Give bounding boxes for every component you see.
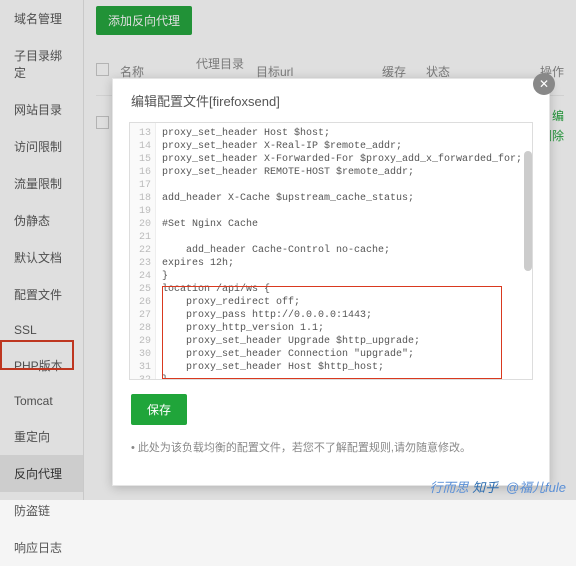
code-editor[interactable]: 13 14 15 16 17 18 19 20 21 22 23 24 25 2… [129,122,533,380]
config-modal: ✕ 编辑配置文件[firefoxsend] 13 14 15 16 17 18 … [112,78,550,486]
scrollbar[interactable] [524,151,532,271]
watermark: 行而思 知乎 @福儿fule [430,477,566,496]
save-button[interactable]: 保存 [131,394,187,425]
code-content[interactable]: proxy_set_header Host $host; proxy_set_h… [156,123,532,380]
modal-title: 编辑配置文件[firefoxsend] [113,79,549,122]
sidebar-item[interactable]: 响应日志 [0,529,83,566]
zhihu-logo: 知乎 [472,480,498,495]
watermark-motto: 行而思 [430,480,469,495]
line-gutter: 13 14 15 16 17 18 19 20 21 22 23 24 25 2… [130,123,156,380]
watermark-author: @福儿fule [506,480,566,495]
modal-note: 此处为该负载均衡的配置文件，若您不了解配置规则,请勿随意修改。 [113,439,549,465]
close-icon[interactable]: ✕ [533,73,555,95]
modal-footer: 保存 [113,380,549,439]
